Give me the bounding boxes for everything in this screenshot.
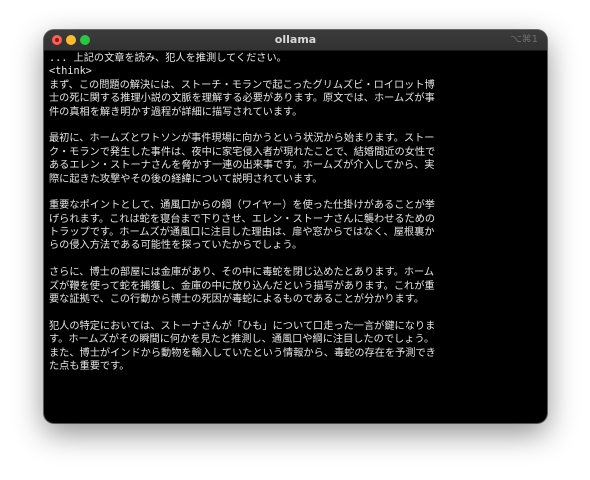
output-line: 重要なポイントとして、通風口からの綱（ワイヤー）を使った仕掛けがあることが挙 xyxy=(49,200,435,212)
paragraph: 犯人の特定においては、ストーナさんが「ひも」について口走った一言が鍵になりま す… xyxy=(49,320,543,374)
paragraph: まず、この問題の解決には、ストーチ・モランで起こったグリムズビ・ロイロット博 士… xyxy=(49,79,543,119)
output-line: げられます。これは蛇を寝台まで下りさせ、エレン・ストーナさんに襲わせるための xyxy=(49,213,436,225)
paragraph: さらに、博士の部屋には金庫があり、その中に毒蛇を閉じ込めたとあります。ホーム ズ… xyxy=(49,266,543,306)
output-line: 犯人の特定においては、ストーナさんが「ひも」について口走った一言が鍵になりま xyxy=(49,320,436,332)
paragraph: 重要なポイントとして、通風口からの綱（ワイヤー）を使った仕掛けがあることが挙 げ… xyxy=(49,199,543,253)
output-line: さらに、博士の部屋には金庫があり、その中に毒蛇を閉じ込めたとあります。ホーム xyxy=(49,267,435,279)
output-line: 要な証拠で、この行動から博士の死因が毒蛇によるものであることが分かります。 xyxy=(49,294,425,306)
output-line: す。ホームズがその瞬間に何かを見たと推測し、通風口や綱に注目したのでしょう。 xyxy=(49,334,435,346)
output-line: 際に起きた攻撃やその後の経緯について説明されています。 xyxy=(49,173,323,185)
output-line: らの侵入方法である可能性を探っていたからでしょう。 xyxy=(49,240,303,252)
output-line: 士の死に関する推理小説の文脈を理解する必要があります。原文では、ホームズが事 xyxy=(49,93,435,105)
paragraph: 最初に、ホームズとワトソンが事件現場に向かうという状況から始まります。ストー ク… xyxy=(49,132,543,186)
window-title: ollama xyxy=(274,33,317,46)
output-line: あるエレン・ストーナさんを脅かす一連の出来事です。ホームズが介入してから、実 xyxy=(49,160,435,172)
output-line: ズが鞭を使って蛇を捕獲し、金庫の中に放り込んだという描写があります。これが重 xyxy=(49,280,435,292)
output-line: また、博士がインドから動物を輸入していたという情報から、毒蛇の存在を予測でき xyxy=(49,347,436,359)
output-line: ク・モランで発生した事件は、夜中に家宅侵入者が現れたことで、結婚間近の女性で xyxy=(49,146,436,158)
window-shortcut-label: ⌥⌘1 xyxy=(510,34,538,45)
prompt-line: ... 上記の文章を読み、犯人を推測してください。 xyxy=(49,53,287,64)
think-tag: <think> xyxy=(49,66,92,78)
output-line: 最初に、ホームズとワトソンが事件現場に向かうという状況から始まります。ストー xyxy=(49,133,435,145)
terminal-window: ollama ⌥⌘1 ... 上記の文章を読み、犯人を推測してください。 <th… xyxy=(44,30,547,423)
title-bar[interactable]: ollama ⌥⌘1 xyxy=(44,30,547,51)
output-line: トラップです。ホームズが通風口に注目した理由は、扉や窓からではなく、屋根裏か xyxy=(49,227,435,239)
output-line: まず、この問題の解決には、ストーチ・モランで起こったグリムズビ・ロイロット博 xyxy=(49,79,435,91)
terminal-output[interactable]: ... 上記の文章を読み、犯人を推測してください。 <think> まず、この問… xyxy=(49,52,543,419)
output-line: た点も重要です。 xyxy=(49,360,130,372)
output-line: 件の真相を解き明かす過程が詳細に描写されています。 xyxy=(49,106,303,118)
